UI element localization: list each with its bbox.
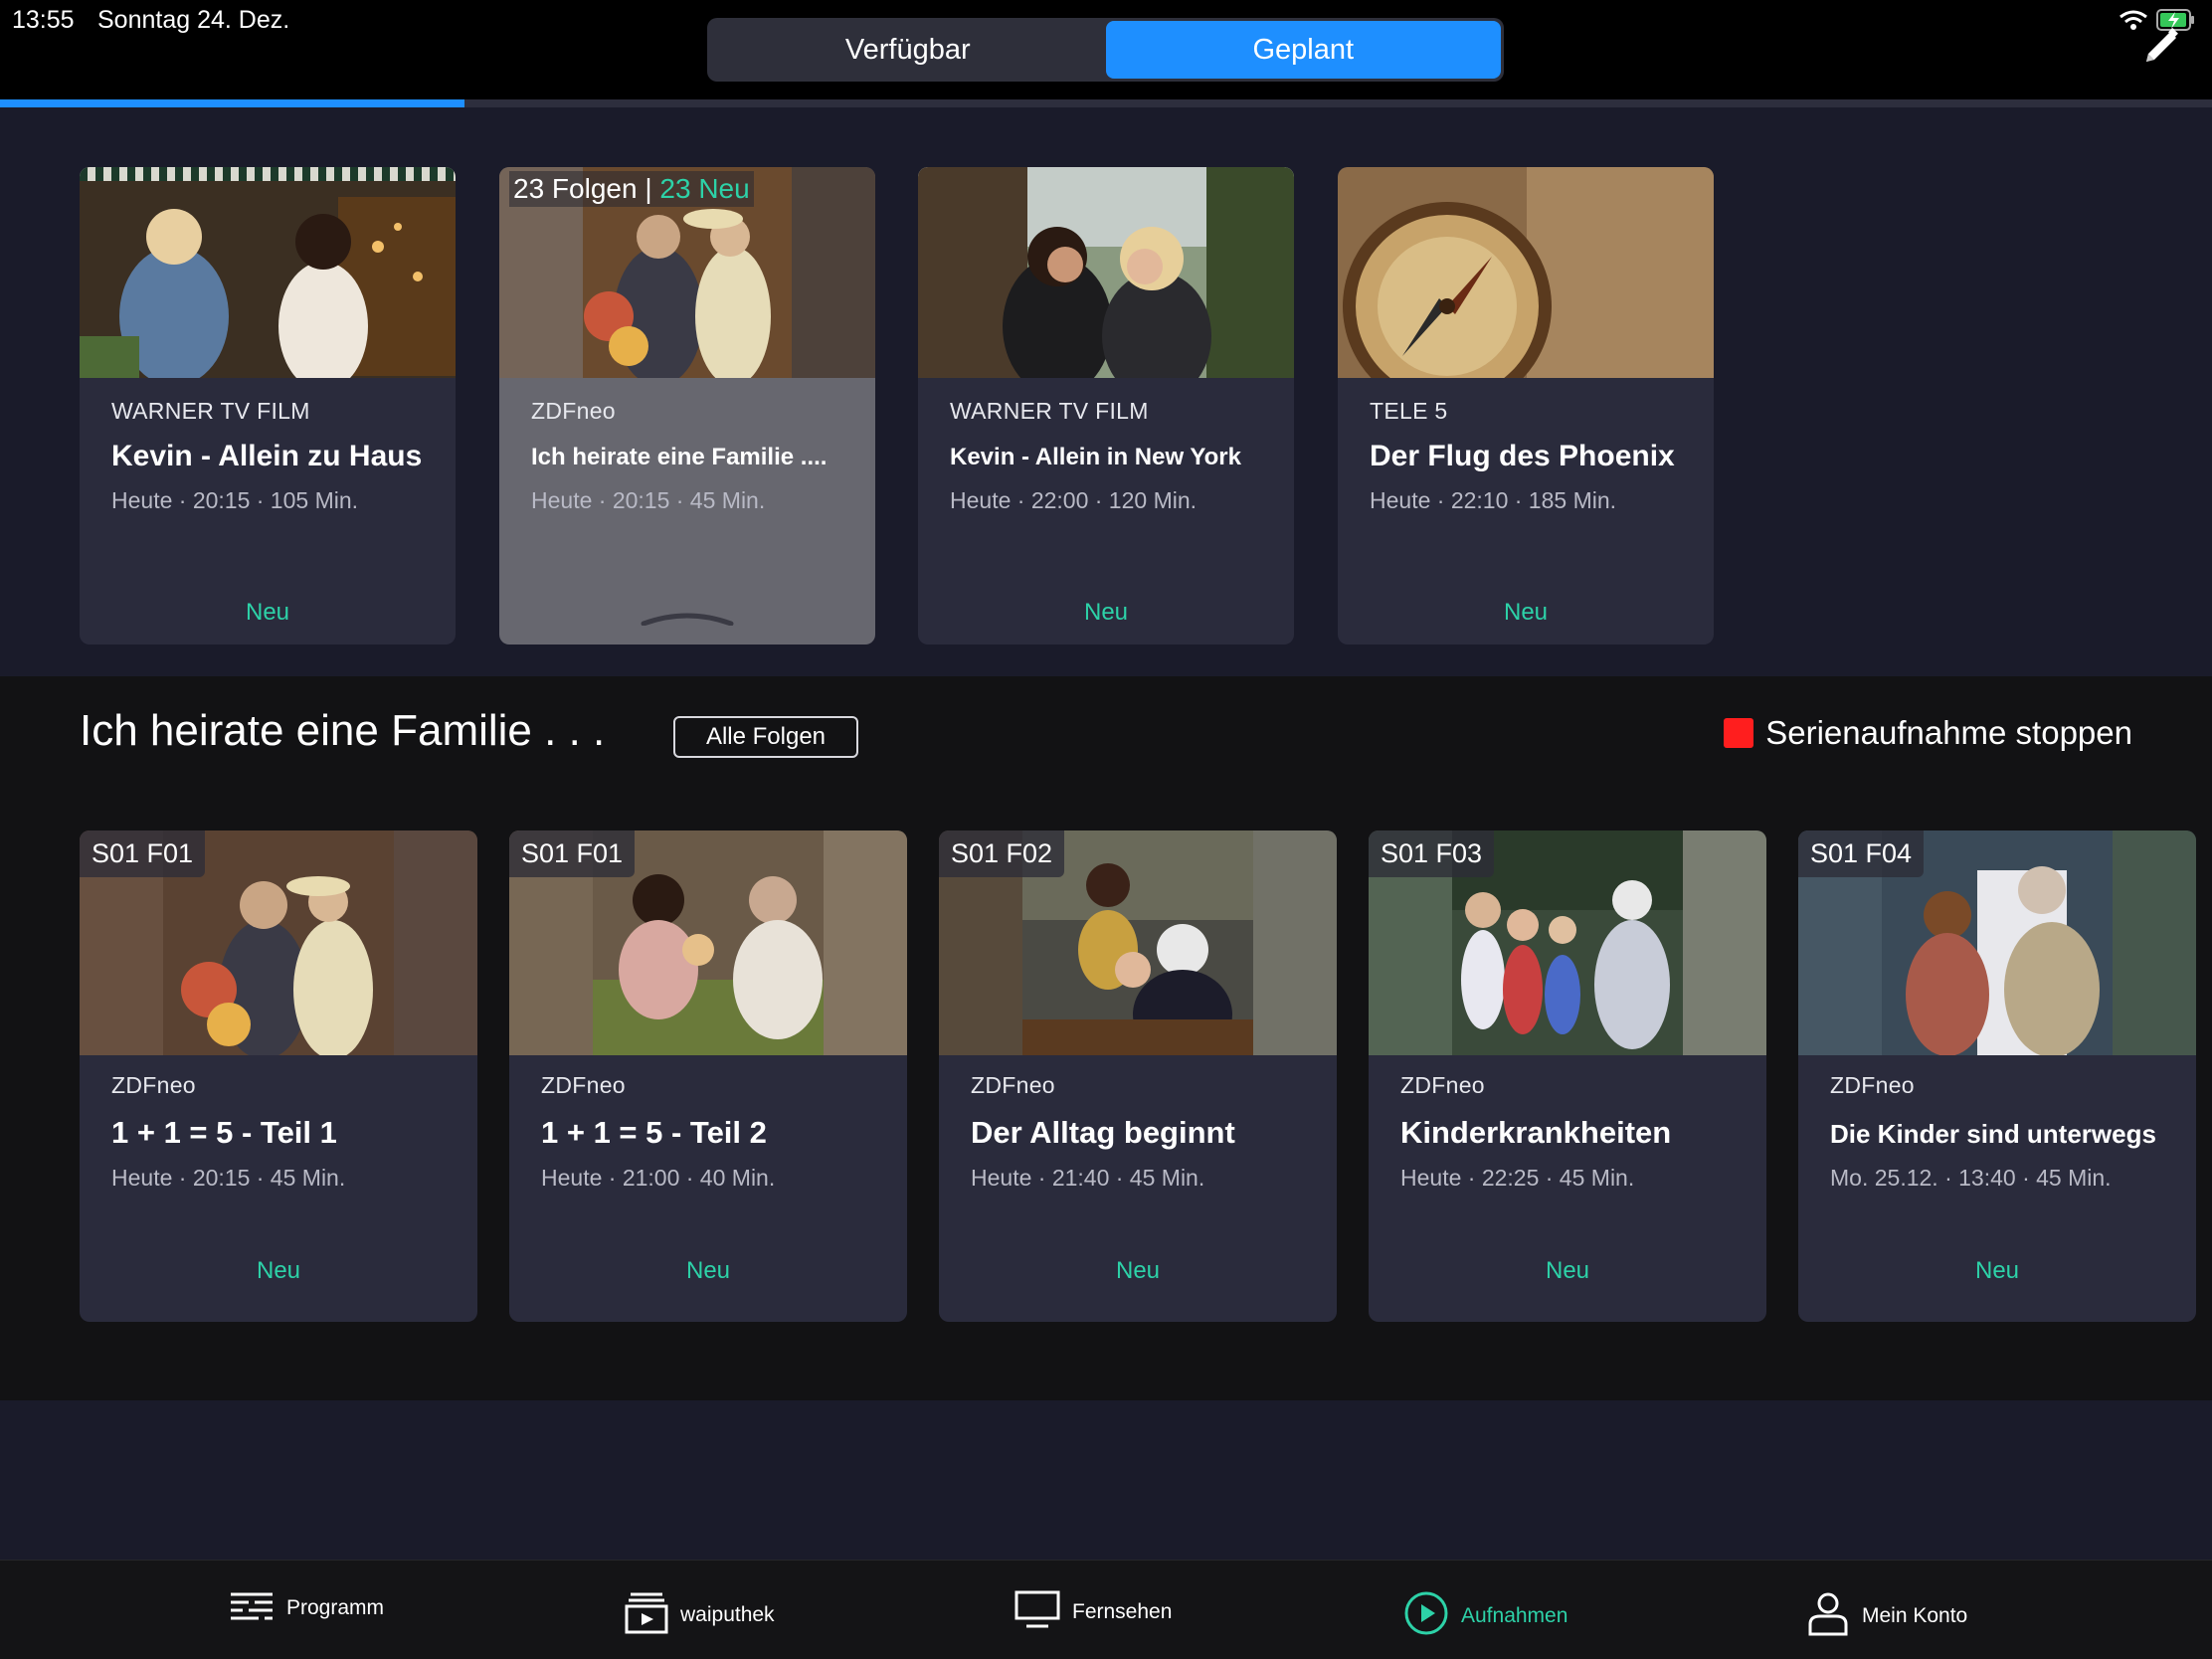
- tv-icon: [1014, 1590, 1060, 1634]
- new-badge: Neu: [685, 1257, 731, 1284]
- episode-code: S01 F04: [1798, 830, 1925, 877]
- new-badge: Neu: [1083, 599, 1129, 626]
- recording-card[interactable]: WARNER TV FILM Kevin - Allein zu Haus He…: [80, 167, 456, 645]
- thumbnail-image: [80, 167, 456, 378]
- nav-waiputhek[interactable]: waiputhek: [625, 1590, 775, 1640]
- recording-title: Kevin - Allein in New York: [950, 444, 1241, 470]
- status-bar: 13:55 Sonntag 24. Dez. Verfügbar Geplant: [0, 0, 2212, 103]
- channel-name: ZDFneo: [541, 1072, 626, 1098]
- thumbnail-image: S01 F03: [1369, 830, 1766, 1055]
- thumbnail-image: S01 F01: [509, 830, 907, 1055]
- episode-code: S01 F03: [1369, 830, 1495, 877]
- recording-card[interactable]: TELE 5 Der Flug des Phoenix Heute · 22:1…: [1338, 167, 1714, 645]
- stop-series-recording-button[interactable]: Serienaufnahme stoppen: [1724, 714, 2132, 752]
- episode-title: Der Alltag beginnt: [971, 1115, 1235, 1150]
- nav-label: Programm: [286, 1596, 385, 1619]
- episode-card[interactable]: S01 F03 ZDFneo Kinderkrankheiten Heute ·…: [1369, 830, 1766, 1322]
- bottom-tab-bar: Programm waiputhek Fernsehen Aufnahmen M…: [0, 1560, 2212, 1659]
- all-episodes-button[interactable]: Alle Folgen: [673, 716, 858, 758]
- thumbnail-image: S01 F02: [939, 830, 1337, 1055]
- thumbnail-image: 23 Folgen | 23 Neu: [499, 167, 875, 378]
- recording-title: Der Flug des Phoenix: [1370, 440, 1675, 472]
- status-date: Sonntag 24. Dez.: [97, 6, 290, 34]
- channel-name: ZDFneo: [531, 398, 616, 424]
- nav-mein-konto[interactable]: Mein Konto: [1806, 1590, 1967, 1642]
- programm-icon: [229, 1590, 275, 1626]
- tab-verfuegbar[interactable]: Verfügbar: [710, 21, 1106, 79]
- recording-meta: Heute · 22:00 · 120 Min.: [950, 487, 1198, 513]
- series-episode-count: 23 Folgen | 23 Neu: [509, 171, 754, 207]
- chevron-up-icon[interactable]: [640, 612, 735, 631]
- episode-code: S01 F01: [80, 830, 206, 877]
- thumbnail-image: [1338, 167, 1714, 378]
- channel-name: TELE 5: [1370, 398, 1448, 424]
- recording-meta: Heute · 20:15 · 105 Min.: [111, 487, 359, 513]
- channel-name: ZDFneo: [971, 1072, 1055, 1098]
- edit-pencil-icon[interactable]: [2140, 26, 2182, 73]
- recording-meta: Heute · 22:10 · 185 Min.: [1370, 487, 1617, 513]
- progress-track: [0, 99, 2212, 107]
- episode-card[interactable]: S01 F04 ZDFneo Die Kinder sind unterwegs…: [1798, 830, 2196, 1322]
- segmented-control: Verfügbar Geplant: [707, 18, 1504, 82]
- episode-title: Die Kinder sind unterwegs: [1830, 1119, 2156, 1149]
- play-circle-icon: [1403, 1590, 1449, 1642]
- new-badge: Neu: [1545, 1257, 1590, 1284]
- thumbnail-image: [918, 167, 1294, 378]
- waiputhek-icon: [625, 1590, 668, 1640]
- recording-title: Ich heirate eine Familie ....: [531, 444, 828, 470]
- nav-programm[interactable]: Programm: [229, 1590, 384, 1626]
- thumbnail-image: S01 F01: [80, 830, 477, 1055]
- stop-label: Serienaufnahme stoppen: [1765, 714, 2132, 751]
- episode-code: S01 F02: [939, 830, 1065, 877]
- episode-meta: Heute · 21:00 · 40 Min.: [541, 1165, 776, 1191]
- recording-title: Kevin - Allein zu Haus: [111, 440, 423, 472]
- series-card[interactable]: 23 Folgen | 23 Neu ZDFneo Ich heirate ei…: [499, 167, 875, 645]
- recording-card[interactable]: WARNER TV FILM Kevin - Allein in New Yor…: [918, 167, 1294, 645]
- channel-name: ZDFneo: [1400, 1072, 1485, 1098]
- planned-recordings-row: WARNER TV FILM Kevin - Allein zu Haus He…: [0, 107, 2212, 676]
- series-title: Ich heirate eine Familie . . .: [80, 706, 606, 755]
- nav-label: Aufnahmen: [1461, 1604, 1568, 1627]
- episode-title: 1 + 1 = 5 - Teil 2: [541, 1115, 767, 1150]
- new-badge: Neu: [245, 599, 290, 626]
- progress-fill: [0, 99, 465, 107]
- new-badge: Neu: [1974, 1257, 2020, 1284]
- thumbnail-image: S01 F04: [1798, 830, 2196, 1055]
- nav-fernsehen[interactable]: Fernsehen: [1014, 1590, 1172, 1634]
- nav-aufnahmen[interactable]: Aufnahmen: [1403, 1590, 1567, 1642]
- episode-meta: Mo. 25.12. · 13:40 · 45 Min.: [1830, 1165, 2112, 1191]
- series-detail-section: Ich heirate eine Familie . . . Alle Folg…: [0, 676, 2212, 1400]
- new-badge: Neu: [1115, 1257, 1161, 1284]
- status-time: 13:55: [12, 6, 75, 34]
- episode-card[interactable]: S01 F02 ZDFneo Der Alltag beginnt Heute …: [939, 830, 1337, 1322]
- episode-title: Kinderkrankheiten: [1400, 1115, 1672, 1150]
- episode-meta: Heute · 21:40 · 45 Min.: [971, 1165, 1205, 1191]
- recording-meta: Heute · 20:15 · 45 Min.: [531, 487, 766, 513]
- episode-meta: Heute · 22:25 · 45 Min.: [1400, 1165, 1635, 1191]
- nav-label: Mein Konto: [1862, 1604, 1968, 1627]
- episode-title: 1 + 1 = 5 - Teil 1: [111, 1115, 337, 1150]
- new-badge: Neu: [256, 1257, 301, 1284]
- episode-card[interactable]: S01 F01 ZDFneo 1 + 1 = 5 - Teil 1 Heute …: [80, 830, 477, 1322]
- stop-icon: [1724, 718, 1754, 748]
- nav-label: Fernsehen: [1072, 1600, 1173, 1623]
- episode-code: S01 F01: [509, 830, 636, 877]
- episode-meta: Heute · 20:15 · 45 Min.: [111, 1165, 346, 1191]
- channel-name: ZDFneo: [1830, 1072, 1915, 1098]
- channel-name: ZDFneo: [111, 1072, 196, 1098]
- episode-card[interactable]: S01 F01 ZDFneo 1 + 1 = 5 - Teil 2 Heute …: [509, 830, 907, 1322]
- tab-geplant[interactable]: Geplant: [1105, 21, 1501, 79]
- nav-label: waiputhek: [680, 1603, 775, 1626]
- channel-name: WARNER TV FILM: [950, 398, 1149, 424]
- channel-name: WARNER TV FILM: [111, 398, 310, 424]
- new-badge: Neu: [1503, 599, 1549, 626]
- user-icon: [1806, 1590, 1850, 1642]
